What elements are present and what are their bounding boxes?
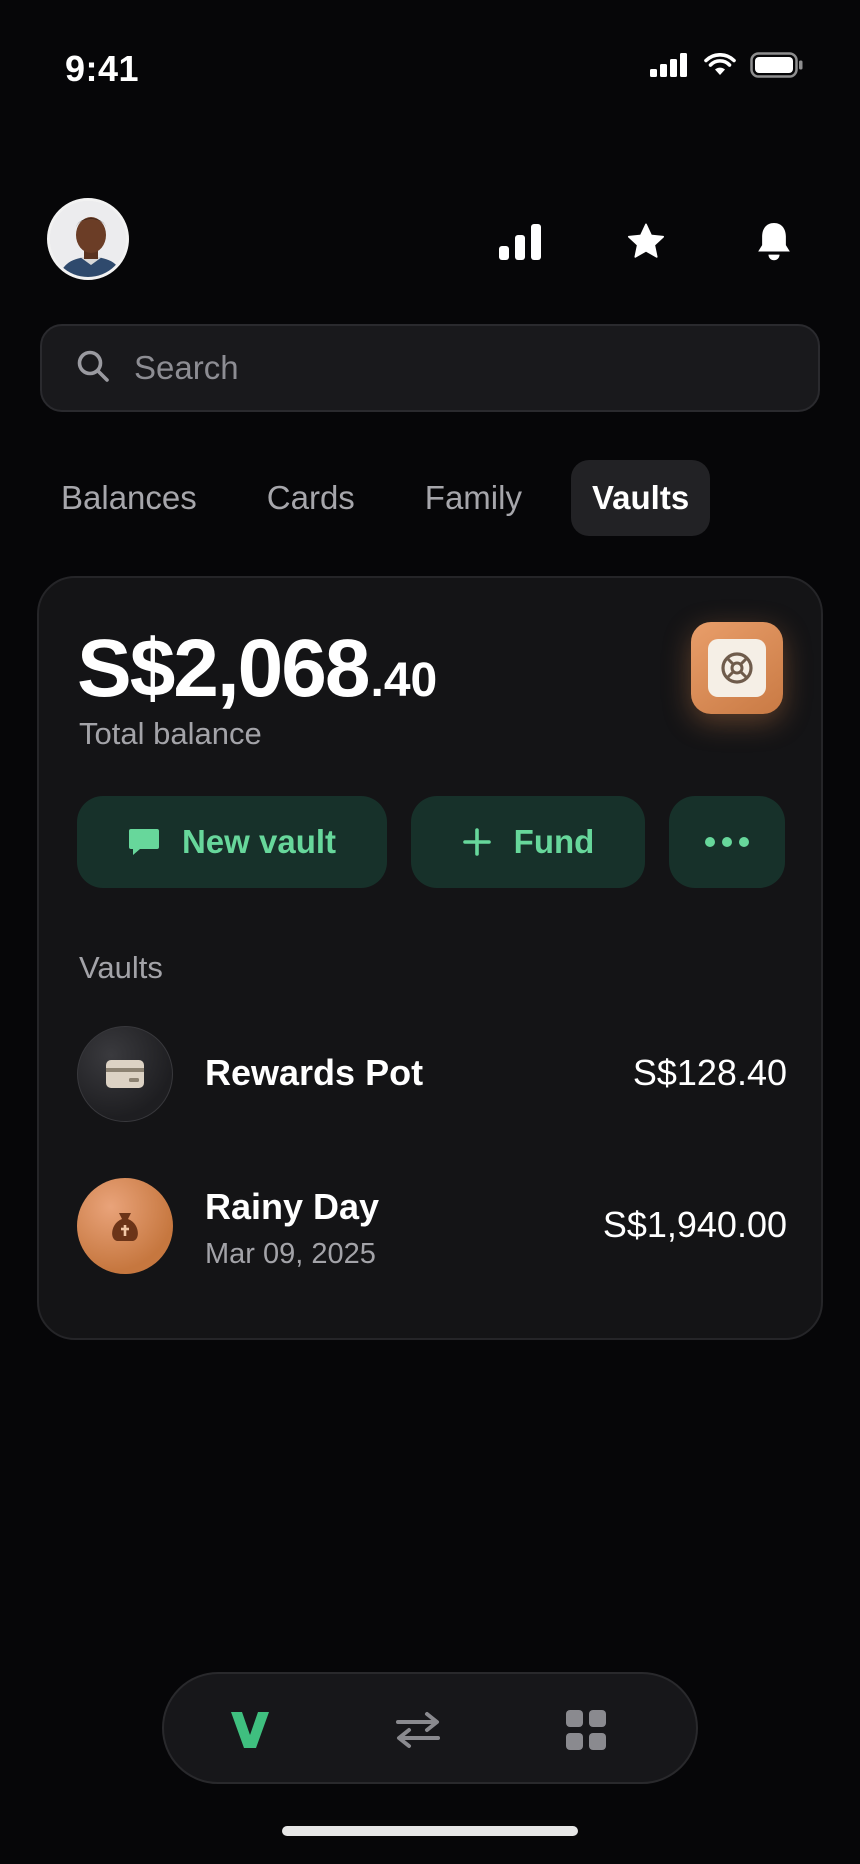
new-vault-button[interactable]: New vault <box>77 796 387 888</box>
nav-transfer[interactable] <box>388 1700 448 1760</box>
vault-row[interactable]: Rewards Pot S$128.40 <box>77 1026 787 1122</box>
vaults-section-label: Vaults <box>79 950 163 985</box>
search-icon <box>76 349 110 388</box>
money-bag-icon <box>112 1213 138 1241</box>
action-buttons: New vault Fund <box>77 796 785 888</box>
vault-safe-icon <box>721 652 753 684</box>
status-bar: 9:41 <box>0 0 860 140</box>
fund-button[interactable]: Fund <box>411 796 645 888</box>
balance-amount: S$2,068 <box>77 623 370 714</box>
vault-name: Rewards Pot <box>205 1052 424 1093</box>
status-icons <box>650 52 804 83</box>
vault-row[interactable]: Rainy Day Mar 09, 2025 S$1,940.00 <box>77 1178 787 1274</box>
apps-grid-icon <box>566 1710 606 1750</box>
transfer-icon <box>396 1712 440 1748</box>
favorites-button[interactable] <box>616 212 676 272</box>
star-icon <box>627 223 665 258</box>
tab-balances[interactable]: Balances <box>40 460 218 536</box>
balance-cents: .40 <box>370 654 438 707</box>
vault-date: Mar 09, 2025 <box>205 1238 376 1270</box>
home-indicator[interactable] <box>282 1826 578 1836</box>
vaults-card: S$2,068 .40 Total balance New vault Fund… <box>37 576 823 1340</box>
vault-icon <box>77 1178 173 1274</box>
balance-label: Total balance <box>79 716 262 751</box>
stats-button[interactable] <box>490 212 550 272</box>
tab-bar: Balances Cards Family Vaults <box>40 460 711 536</box>
avatar[interactable] <box>47 198 129 280</box>
battery-icon <box>750 52 804 83</box>
search-input[interactable] <box>134 349 774 387</box>
tab-vaults[interactable]: Vaults <box>570 460 711 536</box>
more-button[interactable] <box>669 796 785 888</box>
new-vault-label: New vault <box>181 823 337 860</box>
card-icon <box>106 1060 144 1088</box>
signal-icon <box>650 53 690 82</box>
header <box>0 198 860 282</box>
vault-badge-inner <box>708 639 766 697</box>
total-balance: S$2,068 .40 <box>77 622 437 716</box>
notifications-button[interactable] <box>744 212 804 272</box>
tab-cards[interactable]: Cards <box>246 460 376 536</box>
nav-home[interactable] <box>220 1700 280 1760</box>
plus-icon <box>462 827 492 857</box>
nav-apps[interactable] <box>556 1700 616 1760</box>
search-bar[interactable] <box>40 324 820 412</box>
vault-icon <box>77 1026 173 1122</box>
vault-amount: S$1,940.00 <box>602 1204 787 1245</box>
vault-name: Rainy Day <box>205 1186 380 1227</box>
status-time: 9:41 <box>65 48 140 89</box>
user-avatar <box>50 201 126 277</box>
home-logo-icon <box>231 1712 269 1748</box>
stats-icon <box>499 224 541 260</box>
wifi-icon <box>704 53 736 82</box>
tab-family[interactable]: Family <box>404 460 543 536</box>
vault-amount: S$128.40 <box>632 1052 787 1093</box>
fund-label: Fund <box>513 823 595 860</box>
message-icon <box>128 827 160 857</box>
bell-icon <box>758 223 790 261</box>
more-dots-icon <box>705 837 749 847</box>
bottom-nav <box>162 1672 698 1784</box>
vault-badge[interactable] <box>691 622 783 714</box>
